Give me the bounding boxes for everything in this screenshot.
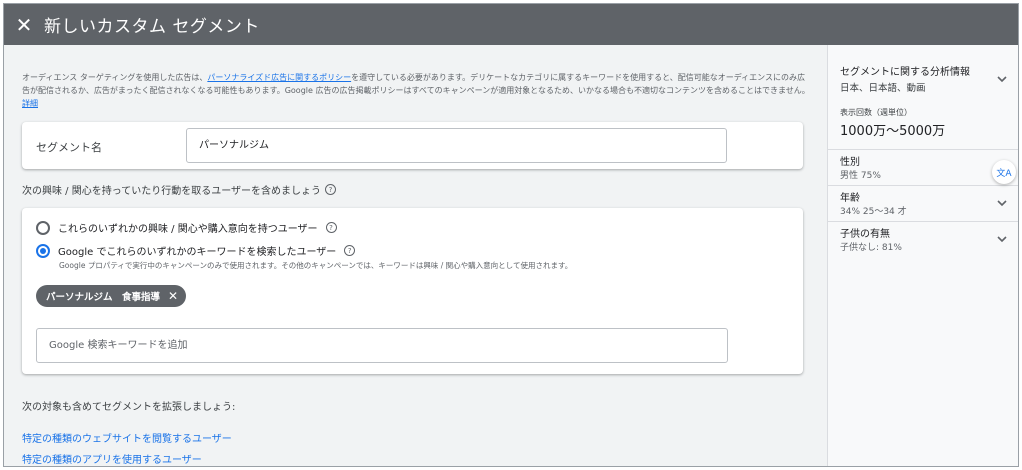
age-value: 34% 25〜34 才 [840,207,907,217]
age-section[interactable]: 年齢 34% 25〜34 才 [828,189,1018,217]
custom-segment-dialog: ✕ 新しいカスタム セグメント オーディエンス ターゲティングを使用した広告は、… [3,3,1019,467]
policy-text-before: オーディエンス ターゲティングを使用した広告は、 [22,73,208,82]
details-link[interactable]: 詳細 [22,99,38,108]
radio-label-interests: これらのいずれかの興味 / 関心や購入意向を持つユーザー [58,224,318,235]
divider [828,185,1018,186]
interest-card: これらのいずれかの興味 / 関心や購入意向を持つユーザー ? Google でこ… [22,208,803,374]
help-icon[interactable]: ? [325,222,337,233]
help-icon[interactable]: ? [325,184,337,195]
gender-title: 性別 [840,157,860,168]
personalized-ads-policy-link[interactable]: パーソナライズド広告に関するポリシー [207,73,351,82]
include-section-label: 次の興味 / 関心を持っていたり行動を取るユーザーを含めましょう ? [22,182,337,197]
dialog-header: ✕ 新しいカスタム セグメント [4,4,1018,45]
radio-option-interests[interactable]: これらのいずれかの興味 / 関心や購入意向を持つユーザー ? [36,220,337,235]
age-title: 年齢 [840,193,860,204]
impressions-value: 1000万〜5000万 [840,124,946,139]
insights-subtitle: 日本、日本語、動画 [840,83,926,94]
segment-name-input[interactable]: パーソナルジム [186,128,727,163]
keyword-chip[interactable]: パーソナルジム 食事指導 ✕ [36,285,187,307]
chevron-down-icon[interactable] [996,197,1008,209]
gender-section[interactable]: 性別 男性 75% [828,153,1018,181]
insights-title: セグメントに関する分析情報 [840,67,970,78]
main-panel: オーディエンス ターゲティングを使用した広告は、パーソナライズド広告に関するポリ… [4,45,827,466]
insights-panel: セグメントに関する分析情報 日本、日本語、動画 表示回数（週単位） 1000万〜… [827,45,1018,466]
parent-title: 子供の有無 [840,229,890,240]
parent-value: 子供なし: 81% [840,243,902,253]
expand-segment-label: 次の対象も含めてセグメントを拡張しましょう: [22,402,236,413]
radio-button-selected[interactable] [36,243,50,258]
radio-option-search-keywords[interactable]: Google でこれらのいずれかのキーワードを検索したユーザー ? [36,243,356,258]
impressions-section: 表示回数（週単位） 1000万〜5000万 [828,107,1018,139]
radio-option-note: Google プロパティで実行中のキャンペーンのみで使用されます。その他のキャン… [59,261,573,270]
close-icon[interactable]: ✕ [4,4,44,45]
insights-header[interactable]: セグメントに関する分析情報 日本、日本語、動画 [828,63,1018,94]
apps-link[interactable]: 特定の種類のアプリを使用するユーザー [22,451,202,466]
websites-link[interactable]: 特定の種類のウェブサイトを閲覧するユーザー [22,430,232,445]
segment-name-card: セグメント名 パーソナルジム [22,122,803,169]
segment-name-label: セグメント名 [36,141,102,154]
divider [828,149,1018,150]
chevron-down-icon[interactable] [996,233,1008,245]
keyword-chip-label: パーソナルジム 食事指導 [46,292,161,303]
parental-status-section[interactable]: 子供の有無 子供なし: 81% [828,225,1018,253]
remove-chip-icon[interactable]: ✕ [168,289,178,303]
include-label-text: 次の興味 / 関心を持っていたり行動を取るユーザーを含めましょう [22,186,322,197]
dialog-title: 新しいカスタム セグメント [44,17,260,37]
radio-label-search-keywords: Google でこれらのいずれかのキーワードを検索したユーザー [58,247,337,258]
policy-notice: オーディエンス ターゲティングを使用した広告は、パーソナライズド広告に関するポリ… [22,71,812,110]
search-keyword-input[interactable]: Google 検索キーワードを追加 [36,328,728,363]
translate-icon[interactable]: 文A [992,160,1016,184]
chevron-down-icon[interactable] [996,73,1008,85]
impressions-label: 表示回数（週単位） [840,108,912,117]
radio-button[interactable] [36,220,50,235]
help-icon[interactable]: ? [344,245,356,256]
divider [828,221,1018,222]
